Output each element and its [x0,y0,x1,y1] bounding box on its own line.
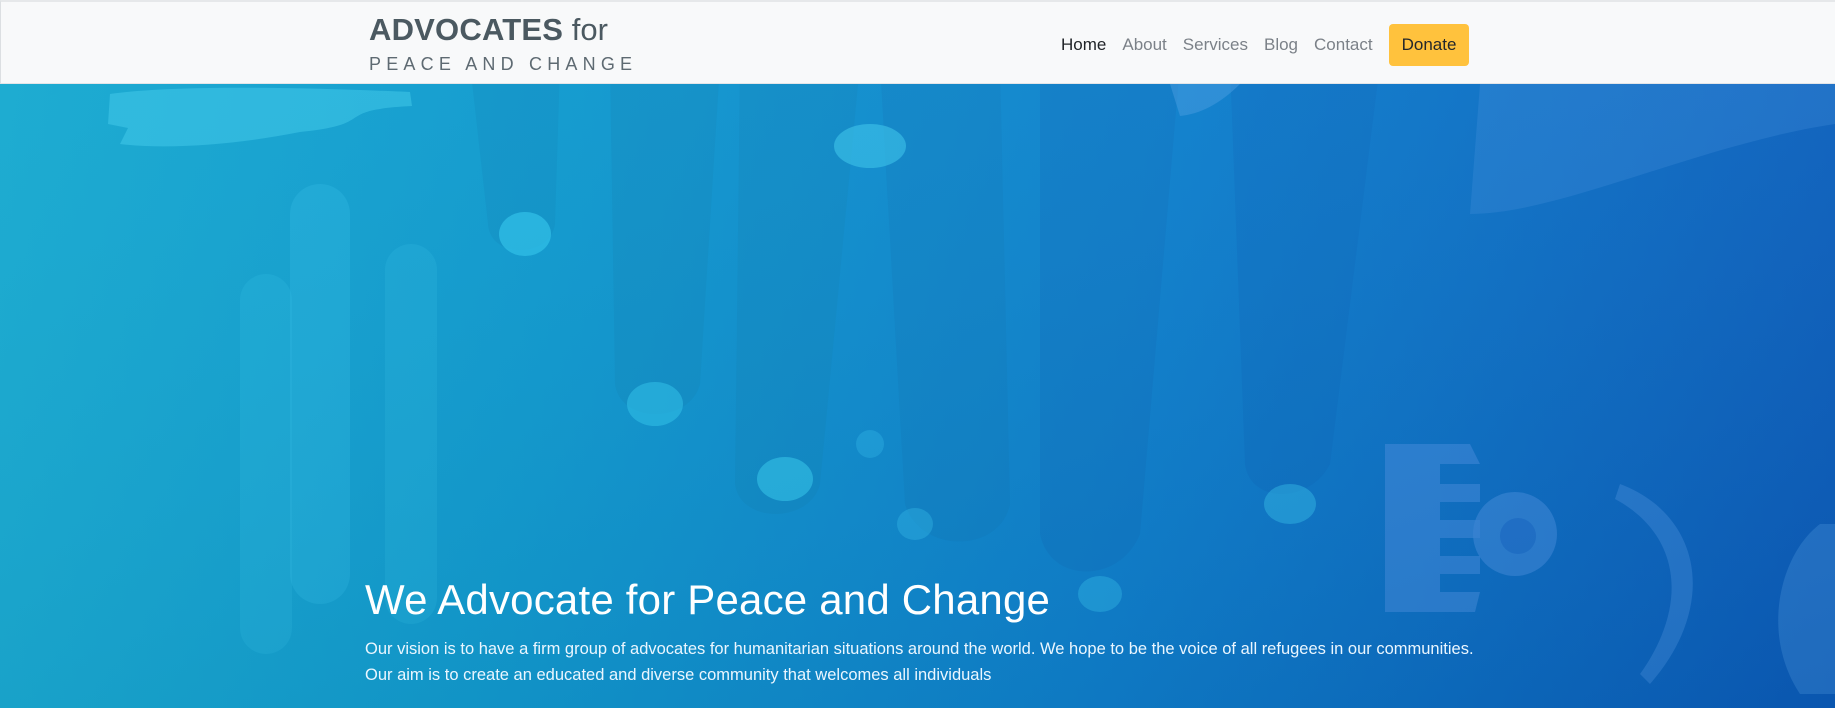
brand-logo[interactable]: ADVOCATES for PEACE AND CHANGE [369,12,637,75]
main-nav: Home About Services Blog Contact Donate [1061,24,1470,66]
brand-title: ADVOCATES for [369,12,637,48]
nav-blog-link[interactable]: Blog [1264,24,1298,66]
brand-name-strong: ADVOCATES [369,12,564,47]
donate-button[interactable]: Donate [1388,24,1470,66]
brand-name-for: for [571,12,608,47]
nav-about-link[interactable]: About [1122,24,1166,66]
nav-home-link[interactable]: Home [1061,24,1106,66]
hero-title: We Advocate for Peace and Change [365,576,1051,623]
hero-description: Our vision is to have a firm group of ad… [365,640,1474,684]
nav-contact-link[interactable]: Contact [1314,24,1373,66]
brand-tagline: PEACE AND CHANGE [369,54,638,74]
nav-services-link[interactable]: Services [1183,24,1248,66]
top-navbar: ADVOCATES for PEACE AND CHANGE Home Abou… [0,0,1835,84]
hero-section: We Advocate for Peace and Change Our vis… [0,84,1835,708]
